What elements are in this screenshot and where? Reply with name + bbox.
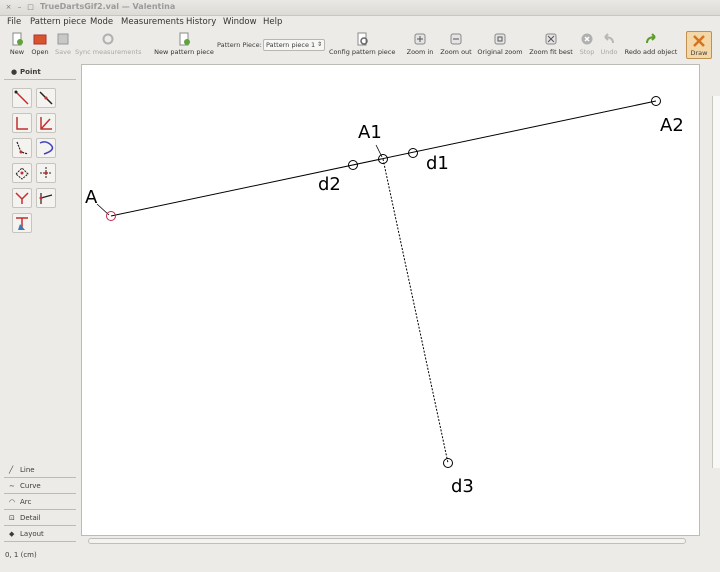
save-disk-icon <box>57 33 69 45</box>
shoulder-point-icon <box>16 141 29 155</box>
line-point-icon <box>14 90 29 105</box>
zoom-out-icon <box>450 33 462 45</box>
tool-triangle[interactable] <box>12 163 32 183</box>
sync-icon <box>102 33 114 45</box>
tab-detail[interactable]: ⊡ Detail <box>4 512 76 526</box>
sync-measurements-button[interactable]: Sync measurements <box>75 30 141 60</box>
height-icon <box>15 192 29 204</box>
window-title: TrueDartsGif2.val — Valentina <box>40 2 176 11</box>
menu-mode[interactable]: Mode <box>90 17 113 27</box>
zoom-fit-best-button[interactable]: Zoom fit best <box>528 30 574 60</box>
draw-mode-button[interactable]: Draw <box>686 31 712 59</box>
new-pattern-piece-button[interactable]: New pattern piece <box>153 30 215 60</box>
along-line-icon <box>39 91 53 105</box>
tool-line-intersect-axis[interactable] <box>36 188 56 208</box>
main-toolbar: New Open Save Sync measurements New patt… <box>0 30 720 62</box>
pattern-piece-label: Pattern Piece: <box>217 41 262 49</box>
pattern-piece-select[interactable]: Pattern piece 1 ⇕ <box>263 39 325 51</box>
detail-tool-icon: ⊡ <box>9 514 15 522</box>
tool-along-line[interactable] <box>36 88 56 108</box>
config-icon <box>357 32 368 46</box>
label-d2: d2 <box>318 174 341 195</box>
status-bar: 0, 1 (cm) <box>0 548 720 572</box>
tool-point-of-intersection[interactable] <box>36 163 56 183</box>
menu-file[interactable]: File <box>7 17 21 27</box>
tool-sidebar: ● Point ╱ Line ∼ Curve ◠ Arc ⊡ Detail ◆ Layou… <box>0 62 80 548</box>
close-window-icon[interactable]: × <box>4 3 13 12</box>
title-bar: × – □ TrueDartsGif2.val — Valentina <box>0 0 720 16</box>
true-darts-icon <box>16 217 28 230</box>
redo-arrow-icon <box>646 33 656 44</box>
zoom-original-icon <box>494 33 506 45</box>
horizontal-scrollbar[interactable] <box>81 536 700 546</box>
zoom-in-button[interactable]: Zoom in <box>406 30 434 60</box>
maximize-window-icon[interactable]: □ <box>26 3 35 12</box>
zoom-in-icon <box>414 33 426 45</box>
arc-tool-icon: ◠ <box>9 498 16 506</box>
undo-arrow-icon <box>604 33 614 44</box>
bullet-icon: ● <box>11 68 18 76</box>
intersection-icon <box>40 167 52 179</box>
vertical-scrollbar[interactable] <box>700 64 710 536</box>
config-pattern-piece-button[interactable]: Config pattern piece <box>329 30 395 60</box>
menu-help[interactable]: Help <box>263 17 282 27</box>
spin-arrows-icon: ⇕ <box>316 41 322 48</box>
open-button[interactable]: Open <box>29 30 51 60</box>
tool-true-darts[interactable] <box>12 213 32 233</box>
label-a2: A2 <box>660 115 684 136</box>
pattern-drawing[interactable]: A A1 A2 d1 d2 d3 <box>82 65 699 535</box>
new-button[interactable]: New <box>6 30 28 60</box>
open-folder-icon <box>33 34 47 45</box>
new-file-icon <box>12 32 23 46</box>
bisector-icon <box>40 117 52 130</box>
menu-history[interactable]: History <box>186 17 216 27</box>
label-a: A <box>85 187 98 208</box>
label-d1: d1 <box>426 153 449 174</box>
redo-button[interactable]: Redo add object <box>623 30 679 60</box>
zoom-fit-icon <box>545 33 557 45</box>
tool-curve-intersect[interactable] <box>36 138 56 158</box>
line-tool-icon: ╱ <box>9 466 14 474</box>
tool-shoulder-point[interactable] <box>12 138 32 158</box>
draw-pencil-icon <box>693 35 705 47</box>
menu-window[interactable]: Window <box>223 17 257 27</box>
line-intersect-axis-icon <box>39 193 53 204</box>
minimize-window-icon[interactable]: – <box>15 3 24 12</box>
tab-arc[interactable]: ◠ Arc <box>4 496 76 510</box>
label-a1: A1 <box>358 122 382 143</box>
drawing-canvas[interactable]: A A1 A2 d1 d2 d3 <box>81 64 700 536</box>
zoom-out-button[interactable]: Zoom out <box>438 30 474 60</box>
layout-tool-icon: ◆ <box>9 530 15 538</box>
menu-pattern-piece[interactable]: Pattern piece <box>30 17 86 27</box>
triangle-icon <box>15 167 29 180</box>
line-a1-d3[interactable] <box>382 158 449 464</box>
line-a-a2[interactable] <box>110 100 657 217</box>
curve-tool-icon: ∼ <box>9 482 15 490</box>
tab-line[interactable]: ╱ Line <box>4 464 76 478</box>
right-dock-edge <box>712 96 720 468</box>
menu-bar: File Pattern piece Mode Measurements His… <box>0 16 720 30</box>
tool-height[interactable] <box>12 188 32 208</box>
tab-curve[interactable]: ∼ Curve <box>4 480 76 494</box>
tool-bisector[interactable] <box>36 113 56 133</box>
curve-intersect-icon <box>39 141 54 155</box>
tool-normal[interactable] <box>12 113 32 133</box>
horizontal-scroll-thumb[interactable] <box>88 538 686 544</box>
stop-button[interactable]: Stop <box>577 30 597 60</box>
save-button[interactable]: Save <box>52 30 74 60</box>
original-zoom-button[interactable]: Original zoom <box>476 30 524 60</box>
tab-point[interactable]: ● Point <box>4 66 76 80</box>
new-pattern-piece-icon <box>179 32 190 46</box>
tab-layout[interactable]: ◆ Layout <box>4 528 76 542</box>
menu-measurements[interactable]: Measurements <box>121 17 184 27</box>
stop-icon <box>581 33 593 45</box>
tool-line-point[interactable] <box>12 88 32 108</box>
label-d3: d3 <box>451 476 474 497</box>
undo-button[interactable]: Undo <box>599 30 619 60</box>
cursor-position: 0, 1 (cm) <box>5 551 37 559</box>
normal-icon <box>16 117 28 130</box>
